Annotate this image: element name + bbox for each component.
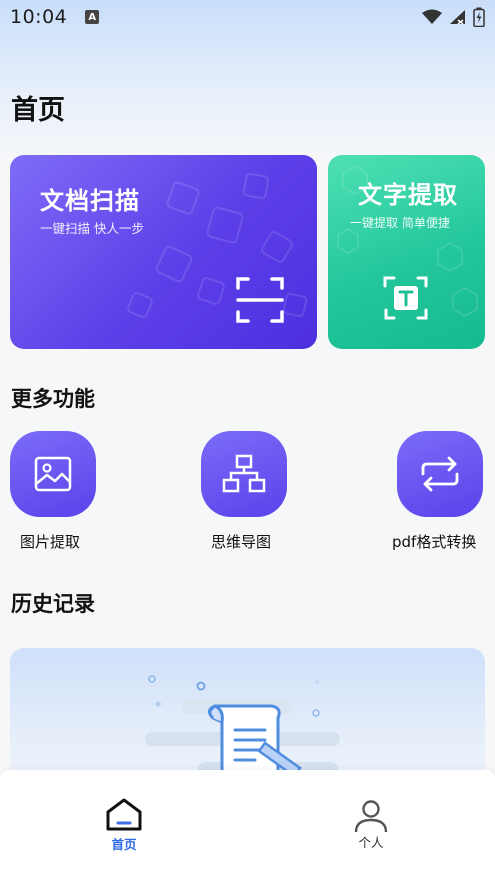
scan-frame-icon: [236, 277, 284, 323]
feature-pdf-convert[interactable]: pdf格式转换: [392, 431, 492, 556]
page-title: 首页: [11, 95, 65, 126]
home-icon: [106, 798, 142, 831]
tab-label: 首页: [111, 837, 137, 852]
status-bar: 10:04 A: [0, 0, 495, 34]
mind-map-icon: [222, 454, 266, 493]
card-subtitle: 一键扫描 快人一步: [40, 221, 144, 236]
feature-mind-map[interactable]: 思维导图: [201, 431, 321, 556]
status-time: 10:04: [10, 6, 68, 28]
card-subtitle: 一键提取 简单便捷: [350, 216, 450, 230]
tab-home[interactable]: 首页: [84, 798, 164, 858]
text-extract-card[interactable]: 文字提取 一键提取 简单便捷: [328, 155, 485, 349]
feature-icon-tile: [10, 431, 96, 517]
image-icon: [34, 456, 72, 492]
tab-profile[interactable]: 个人: [331, 798, 411, 858]
card-title: 文字提取: [358, 181, 458, 209]
bottom-tab-bar: 首页 个人: [0, 770, 495, 880]
tab-label: 个人: [358, 835, 384, 850]
feature-label: 图片提取: [20, 533, 81, 551]
feature-image-extract[interactable]: 图片提取: [10, 431, 130, 556]
convert-icon: [421, 456, 459, 492]
notification-icon: A: [85, 10, 100, 24]
battery-icon: [473, 7, 485, 27]
wifi-icon: [422, 9, 442, 24]
text-recognize-icon: [383, 276, 428, 320]
card-title: 文档扫描: [40, 187, 140, 215]
feature-label: pdf格式转换: [392, 533, 477, 551]
more-features-title: 更多功能: [11, 387, 95, 411]
feature-icon-tile: [397, 431, 483, 517]
feature-icon-tile: [201, 431, 287, 517]
feature-label: 思维导图: [211, 533, 272, 551]
document-scan-card[interactable]: 文档扫描 一键扫描 快人一步: [10, 155, 317, 349]
history-title: 历史记录: [11, 592, 95, 616]
signal-icon: [450, 10, 465, 25]
status-icons: [421, 7, 485, 27]
person-icon: [354, 800, 388, 833]
